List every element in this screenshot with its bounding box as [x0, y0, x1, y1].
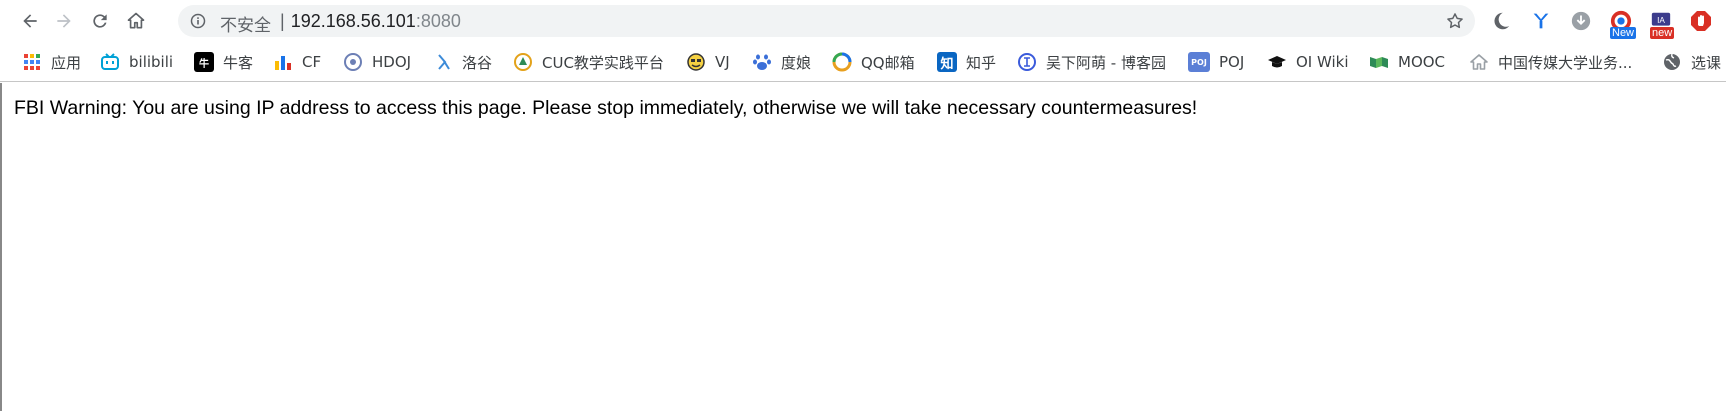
- tampermonkey-extension-icon[interactable]: IA new: [1648, 8, 1675, 39]
- baidu-icon: [752, 52, 772, 72]
- bookmark-cuc[interactable]: CUC教学实践平台: [513, 50, 664, 74]
- arrow-left-icon: [23, 14, 37, 28]
- bookmark-label: HDOJ: [372, 53, 412, 71]
- nowcoder-icon: 牛: [194, 52, 214, 72]
- bookmark-label: 中国传媒大学业务...: [1498, 53, 1633, 72]
- bookmark-label: 选课: [1691, 53, 1722, 72]
- security-status-label[interactable]: 不安全: [220, 11, 271, 36]
- oiwiki-icon: [1267, 52, 1287, 72]
- bookmark-cnblogs[interactable]: 吴下阿萌 - 博客园: [1017, 50, 1166, 74]
- bookmark-apps[interactable]: 应用: [22, 50, 81, 74]
- chrome-new-extension-icon[interactable]: New: [1608, 8, 1637, 39]
- poj-icon: POJ: [1188, 52, 1210, 72]
- bookmark-label: CUC教学实践平台: [542, 53, 664, 72]
- zhihu-icon: 知: [937, 52, 957, 72]
- bookmark-vj[interactable]: VJ: [686, 50, 730, 74]
- bookmark-baidu[interactable]: 度娘: [752, 50, 811, 74]
- bookmark-label: OI Wiki: [1296, 53, 1349, 71]
- hdoj-icon: [343, 52, 363, 72]
- y-shield-icon: [1533, 13, 1549, 29]
- bookmark-label: CF: [302, 53, 322, 71]
- bookmark-label: bilibili: [129, 53, 174, 71]
- url-host: 192.168.56.101: [290, 11, 416, 31]
- bookmarks-bar: 应用 bilibili 牛 牛客 CF HDOJ 洛谷 CUC教学实践平台 VJ…: [0, 42, 1726, 82]
- back-button[interactable]: [15, 6, 45, 36]
- vpn-extension-icon[interactable]: [1528, 8, 1554, 34]
- fbi-warning-message: FBI Warning: You are using IP address to…: [14, 97, 1198, 119]
- vjudge-icon: [686, 52, 706, 72]
- bookmark-label: POJ: [1219, 53, 1245, 71]
- bookmark-cuc-business[interactable]: 中国传媒大学业务...: [1469, 50, 1632, 74]
- reload-icon: [93, 14, 107, 28]
- adblock-extension-icon[interactable]: [1688, 8, 1714, 34]
- bookmark-oiwiki[interactable]: OI Wiki: [1267, 50, 1349, 74]
- download-circle-icon: [1571, 11, 1591, 31]
- bookmark-label: MOOC: [1398, 53, 1446, 71]
- bookmark-label: 应用: [51, 53, 82, 72]
- bookmark-zhihu[interactable]: 知 知乎: [937, 50, 996, 74]
- luogu-icon: [433, 52, 453, 72]
- cnblogs-icon: [1017, 52, 1037, 72]
- qqmail-icon: [832, 52, 852, 72]
- apps-grid-icon: [22, 52, 42, 72]
- mooc-icon: [1369, 52, 1389, 72]
- url-port: :8080: [415, 11, 461, 31]
- bookmark-hdoj[interactable]: HDOJ: [343, 50, 411, 74]
- new-badge: New: [1610, 27, 1637, 39]
- home-icon: [1469, 52, 1489, 72]
- globe-icon: [1662, 52, 1682, 72]
- page-content: FBI Warning: You are using IP address to…: [0, 83, 1726, 411]
- url-text[interactable]: | 192.168.56.101:8080: [280, 11, 461, 32]
- stop-hand-icon: [1691, 11, 1711, 31]
- svg-text:IA: IA: [1657, 16, 1665, 25]
- codeforces-icon: [273, 52, 293, 72]
- download-extension-icon[interactable]: [1568, 8, 1594, 34]
- bookmark-mooc[interactable]: MOOC: [1369, 50, 1445, 74]
- bookmark-label: 牛客: [223, 53, 254, 72]
- reload-button[interactable]: [85, 6, 115, 36]
- bookmark-label: 吴下阿萌 - 博客园: [1046, 53, 1166, 72]
- url-separator: |: [280, 11, 285, 31]
- bookmark-label: 度娘: [781, 53, 812, 72]
- home-button[interactable]: [121, 6, 151, 36]
- bookmark-poj[interactable]: POJ POJ: [1188, 50, 1244, 74]
- bookmark-qqmail[interactable]: QQ邮箱: [832, 50, 915, 74]
- dark-mode-extension-icon[interactable]: [1488, 8, 1514, 34]
- bookmark-label: VJ: [715, 53, 730, 71]
- home-icon: [127, 12, 145, 29]
- bilibili-icon: [100, 52, 120, 72]
- bookmark-nowcoder[interactable]: 牛 牛客: [194, 50, 253, 74]
- cuc-icon: [513, 52, 533, 72]
- new-badge-2: new: [1650, 27, 1675, 39]
- bookmark-luogu[interactable]: 洛谷: [433, 50, 492, 74]
- bookmark-label: QQ邮箱: [861, 53, 915, 72]
- bookmark-label: 知乎: [966, 53, 997, 72]
- browser-toolbar: 不安全 | 192.168.56.101:8080 New IA new: [0, 0, 1726, 42]
- info-icon[interactable]: [190, 13, 206, 29]
- bookmark-cf[interactable]: CF: [273, 50, 321, 74]
- bookmark-star-icon[interactable]: [1445, 11, 1465, 31]
- arrow-right-icon: [57, 14, 71, 28]
- bookmark-course-selection[interactable]: 选课: [1662, 50, 1721, 74]
- bookmark-label: 洛谷: [462, 53, 493, 72]
- address-bar[interactable]: 不安全 | 192.168.56.101:8080: [178, 5, 1475, 37]
- bookmark-bilibili[interactable]: bilibili: [100, 50, 173, 74]
- forward-button[interactable]: [49, 6, 79, 36]
- moon-icon: [1494, 12, 1510, 30]
